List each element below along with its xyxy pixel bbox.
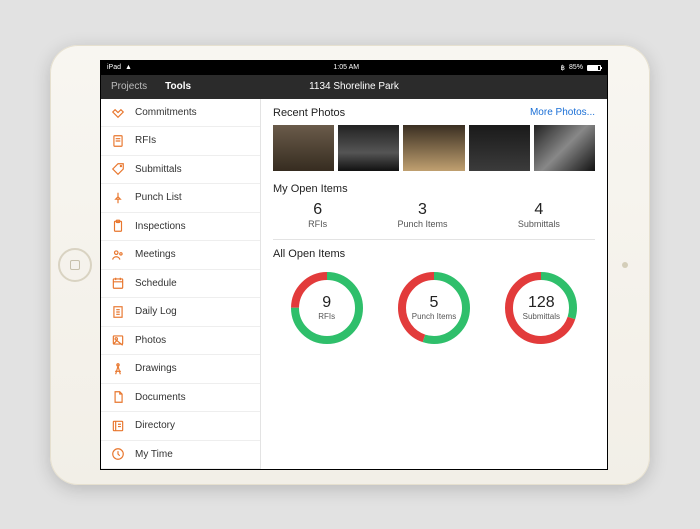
sidebar-item-label: My Time <box>135 449 173 460</box>
sidebar-item-photos[interactable]: Photos <box>101 327 260 356</box>
directory-icon <box>111 419 125 433</box>
doc-icon <box>111 390 125 404</box>
sidebar-item-label: Drawings <box>135 363 177 374</box>
sidebar-item-label: RFIs <box>135 135 156 146</box>
stat-punch-items[interactable]: 3Punch Items <box>397 201 447 229</box>
sidebar-item-label: Submittals <box>135 164 182 175</box>
sidebar-item-daily-log[interactable]: Daily Log <box>101 298 260 327</box>
photo-thumbnail[interactable] <box>273 125 334 171</box>
nav-projects-tab[interactable]: Projects <box>111 81 147 92</box>
ipad-frame: iPad ▲ 1:05 AM ฿ 85% Projects Tools 1134… <box>50 45 650 485</box>
stat-label: Punch Items <box>397 219 447 229</box>
sidebar-item-label: Schedule <box>135 278 177 289</box>
sidebar-item-label: Daily Log <box>135 306 177 317</box>
recent-photos-heading: Recent Photos <box>273 107 345 119</box>
photo-thumbnail[interactable] <box>338 125 399 171</box>
sidebar: Commitments RFIs Submittals Punch List Inspe… <box>101 99 261 469</box>
sidebar-item-label: Documents <box>135 392 186 403</box>
sidebar-item-label: Photos <box>135 335 166 346</box>
stat-submittals[interactable]: 4Submittals <box>518 201 560 229</box>
sidebar-item-directory[interactable]: Directory <box>101 412 260 441</box>
donut-rfis[interactable]: 9RFIs <box>287 268 367 348</box>
all-open-heading: All Open Items <box>273 248 595 260</box>
calendar-icon <box>111 276 125 290</box>
clock-icon <box>111 447 125 461</box>
clipboard-icon <box>111 219 125 233</box>
tag-icon <box>111 162 125 176</box>
battery-icon <box>587 65 601 71</box>
sidebar-item-documents[interactable]: Documents <box>101 384 260 413</box>
stat-number: 6 <box>308 201 327 219</box>
battery-label: 85% <box>569 64 583 71</box>
main-content: Recent Photos More Photos... My Open Ite… <box>261 99 607 469</box>
handshake-icon <box>111 105 125 119</box>
compass-icon <box>111 362 125 376</box>
donut-number: 5 <box>430 294 439 312</box>
nav-tools-tab[interactable]: Tools <box>165 81 191 92</box>
sidebar-item-rfis[interactable]: RFIs <box>101 127 260 156</box>
stat-label: RFIs <box>308 219 327 229</box>
home-button[interactable] <box>58 248 92 282</box>
sidebar-item-label: Commitments <box>135 107 197 118</box>
rfi-icon <box>111 134 125 148</box>
sidebar-item-label: Directory <box>135 420 175 431</box>
sidebar-item-label: Meetings <box>135 249 176 260</box>
donut-label: RFIs <box>318 312 335 321</box>
photo-thumbnail[interactable] <box>469 125 530 171</box>
sidebar-item-label: Inspections <box>135 221 186 232</box>
carrier-label: iPad <box>107 64 121 71</box>
sidebar-item-meetings[interactable]: Meetings <box>101 241 260 270</box>
donut-submittals[interactable]: 128Submittals <box>501 268 581 348</box>
donut-label: Submittals <box>523 312 560 321</box>
stat-number: 3 <box>397 201 447 219</box>
sidebar-item-punch-list[interactable]: Punch List <box>101 184 260 213</box>
people-icon <box>111 248 125 262</box>
more-photos-link[interactable]: More Photos... <box>530 107 595 118</box>
photo-thumbnail[interactable] <box>534 125 595 171</box>
wifi-icon: ▲ <box>125 64 132 71</box>
donut-label: Punch Items <box>412 312 456 321</box>
camera-icon <box>618 258 632 272</box>
sidebar-item-my-time[interactable]: My Time <box>101 441 260 469</box>
pin-icon <box>111 191 125 205</box>
my-open-heading: My Open Items <box>273 183 595 195</box>
nav-bar: Projects Tools 1134 Shoreline Park <box>101 75 607 99</box>
photo-thumbnail[interactable] <box>403 125 464 171</box>
donut-punch-items[interactable]: 5Punch Items <box>394 268 474 348</box>
sidebar-item-inspections[interactable]: Inspections <box>101 213 260 242</box>
log-icon <box>111 305 125 319</box>
photo-icon <box>111 333 125 347</box>
app-screen: iPad ▲ 1:05 AM ฿ 85% Projects Tools 1134… <box>100 60 608 470</box>
clock-label: 1:05 AM <box>333 64 359 71</box>
photos-row <box>273 125 595 171</box>
sidebar-item-drawings[interactable]: Drawings <box>101 355 260 384</box>
sidebar-item-commitments[interactable]: Commitments <box>101 99 260 128</box>
my-open-row: 6RFIs 3Punch Items 4Submittals <box>273 201 595 240</box>
donut-number: 128 <box>528 294 555 312</box>
stat-number: 4 <box>518 201 560 219</box>
status-bar: iPad ▲ 1:05 AM ฿ 85% <box>101 61 607 75</box>
sidebar-item-label: Punch List <box>135 192 182 203</box>
stat-rfis[interactable]: 6RFIs <box>308 201 327 229</box>
sidebar-item-submittals[interactable]: Submittals <box>101 156 260 185</box>
bluetooth-icon: ฿ <box>561 64 565 72</box>
donut-number: 9 <box>322 294 331 312</box>
all-open-row: 9RFIs 5Punch Items 128Submittals <box>273 268 595 348</box>
sidebar-item-schedule[interactable]: Schedule <box>101 270 260 299</box>
stat-label: Submittals <box>518 219 560 229</box>
